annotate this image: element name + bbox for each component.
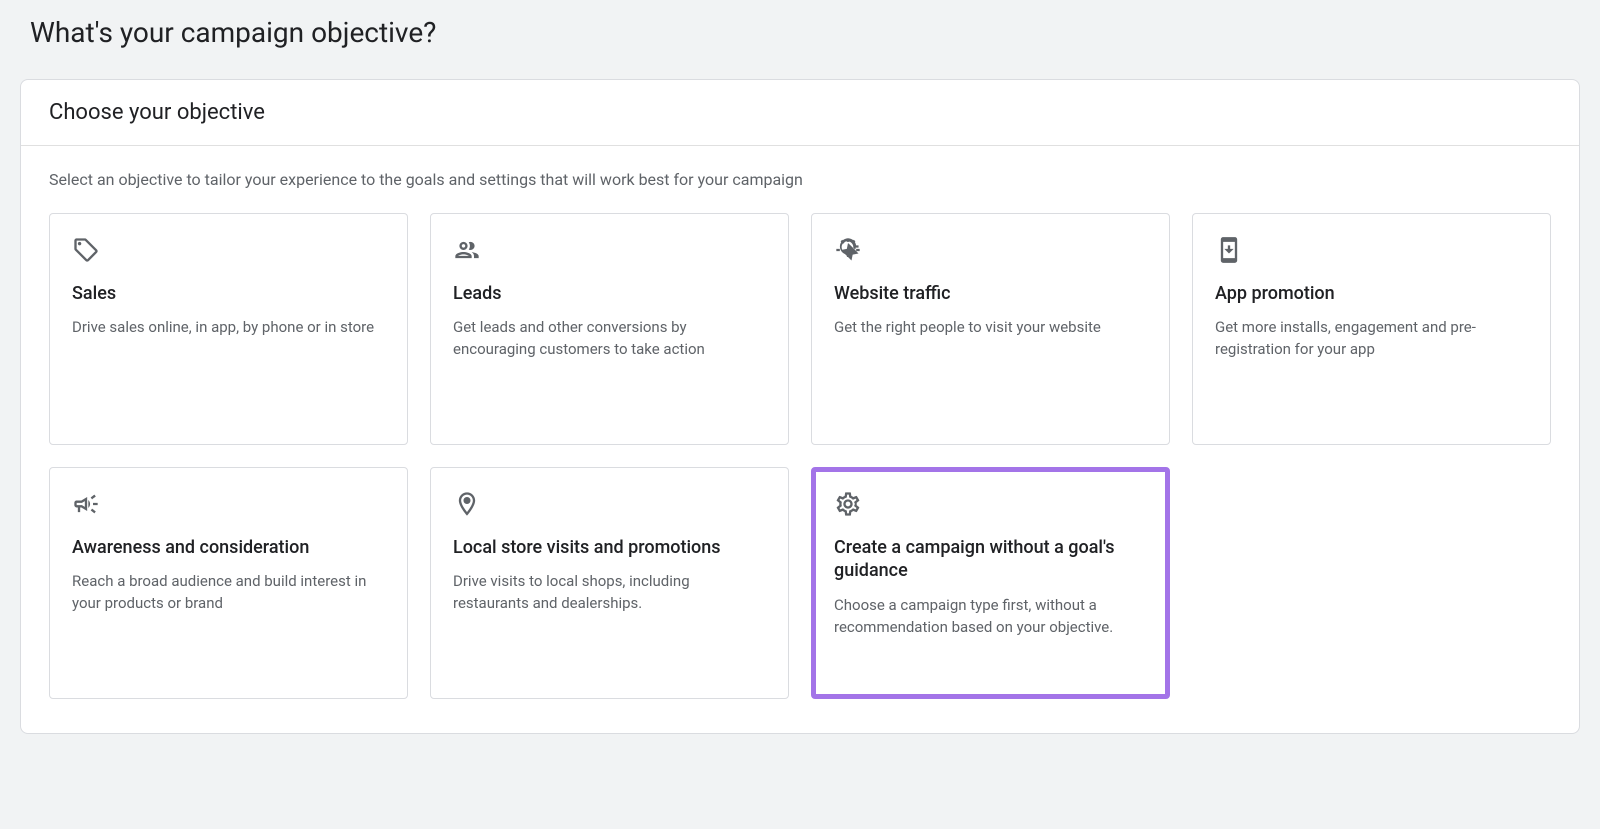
- objective-local-store-title: Local store visits and promotions: [453, 536, 766, 559]
- objective-sales[interactable]: Sales Drive sales online, in app, by pho…: [49, 213, 408, 445]
- location-icon: [453, 490, 481, 518]
- objective-sales-title: Sales: [72, 282, 385, 305]
- objective-website-traffic-description: Get the right people to visit your websi…: [834, 317, 1147, 339]
- card-subtitle: Select an objective to tailor your exper…: [49, 170, 1551, 189]
- objective-leads-description: Get leads and other conversions by encou…: [453, 317, 766, 361]
- objective-local-store-description: Drive visits to local shops, including r…: [453, 571, 766, 615]
- objective-website-traffic-title: Website traffic: [834, 282, 1147, 305]
- people-icon: [453, 236, 481, 264]
- objective-awareness-title: Awareness and consideration: [72, 536, 385, 559]
- objective-leads-title: Leads: [453, 282, 766, 305]
- objective-app-promotion-description: Get more installs, engagement and pre-re…: [1215, 317, 1528, 361]
- page-title: What's your campaign objective?: [30, 16, 1580, 49]
- card-body: Select an objective to tailor your exper…: [21, 146, 1579, 733]
- phone-download-icon: [1215, 236, 1243, 264]
- objective-no-goal[interactable]: Create a campaign without a goal's guida…: [811, 467, 1170, 699]
- gear-icon: [834, 490, 862, 518]
- objectives-grid: Sales Drive sales online, in app, by pho…: [49, 213, 1551, 699]
- objective-app-promotion[interactable]: App promotion Get more installs, engagem…: [1192, 213, 1551, 445]
- objective-leads[interactable]: Leads Get leads and other conversions by…: [430, 213, 789, 445]
- tag-icon: [72, 236, 100, 264]
- card-header: Choose your objective: [21, 80, 1579, 146]
- objective-awareness[interactable]: Awareness and consideration Reach a broa…: [49, 467, 408, 699]
- megaphone-icon: [72, 490, 100, 518]
- objective-app-promotion-title: App promotion: [1215, 282, 1528, 305]
- objective-website-traffic[interactable]: Website traffic Get the right people to …: [811, 213, 1170, 445]
- objective-no-goal-description: Choose a campaign type first, without a …: [834, 595, 1147, 639]
- objective-awareness-description: Reach a broad audience and build interes…: [72, 571, 385, 615]
- objective-no-goal-title: Create a campaign without a goal's guida…: [834, 536, 1147, 583]
- objective-local-store[interactable]: Local store visits and promotions Drive …: [430, 467, 789, 699]
- click-icon: [834, 236, 862, 264]
- objective-card-container: Choose your objective Select an objectiv…: [20, 79, 1580, 734]
- objective-sales-description: Drive sales online, in app, by phone or …: [72, 317, 385, 339]
- card-header-title: Choose your objective: [49, 100, 1551, 125]
